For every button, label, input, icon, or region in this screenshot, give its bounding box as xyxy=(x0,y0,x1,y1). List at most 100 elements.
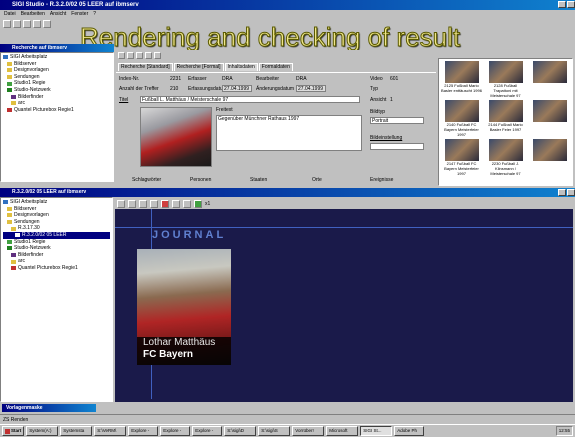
taskbar-button[interactable]: Systemsta xyxy=(60,426,93,436)
taskbar-button[interactable]: Explore - xyxy=(192,426,223,436)
taskbar-button[interactable]: S:\VeRM\ xyxy=(94,426,127,436)
minimize-button[interactable] xyxy=(558,1,566,8)
open-icon[interactable] xyxy=(13,20,21,28)
tree-item[interactable]: Bildserver xyxy=(3,206,110,213)
tab-recherche-formal[interactable]: Recherche [Formal] xyxy=(173,63,224,71)
menu-help[interactable]: ? xyxy=(93,10,96,18)
last-record-icon[interactable] xyxy=(145,52,152,59)
tree-item[interactable]: Quantel Picturebox Regie1 xyxy=(3,107,111,114)
anzahl-value: 210 xyxy=(170,86,179,92)
menu-bearbeiten[interactable]: Bearbeiten xyxy=(21,10,45,18)
cut-icon[interactable] xyxy=(33,20,41,28)
thumbnail-item[interactable] xyxy=(529,139,570,176)
tree-item[interactable]: Studio1 Regie xyxy=(3,239,110,246)
thumbnail-image xyxy=(532,61,567,83)
align-icon[interactable] xyxy=(172,199,180,208)
tree-item[interactable]: Bildserver xyxy=(3,61,111,68)
pointer-icon[interactable] xyxy=(117,199,125,208)
folder-icon xyxy=(7,206,12,211)
maximize-button[interactable] xyxy=(567,189,575,196)
recherche-form: Recherche [Standard] Recherche [Formal] … xyxy=(116,50,436,186)
taskbar-button[interactable]: Microsoft xyxy=(326,426,359,436)
edit-icon[interactable] xyxy=(154,52,161,59)
thumbnail-image xyxy=(532,100,567,122)
tree-item[interactable]: SIGI Arbeitsplatz xyxy=(3,54,111,61)
zoom-level[interactable]: x1 xyxy=(205,201,210,207)
copy-icon[interactable] xyxy=(43,20,51,28)
thumbnail-item[interactable] xyxy=(529,100,570,137)
menu-fenster[interactable]: Fenster xyxy=(71,10,88,18)
render-canvas[interactable]: JOURNAL Lothar Matthäus FC Bayern xyxy=(115,209,573,402)
thumbnail-item[interactable]: 2125 Fußball Mario Basler enttäuscht 199… xyxy=(441,61,482,98)
taskbar-button-active[interactable]: SIGI St... xyxy=(360,426,393,436)
taskbar-button[interactable]: Adobe Ph xyxy=(394,426,425,436)
guide-line-horizontal xyxy=(115,227,573,228)
new-icon[interactable] xyxy=(3,20,11,28)
first-record-icon[interactable] xyxy=(118,52,125,59)
save-icon[interactable] xyxy=(23,20,31,28)
titel-field[interactable]: Fußball L. Matthäus / Meisterschale 97 xyxy=(140,96,360,103)
prev-record-icon[interactable] xyxy=(127,52,134,59)
text-tool-icon[interactable] xyxy=(128,199,136,208)
minimized-window[interactable]: Vorlagenmaske xyxy=(2,404,96,412)
tab-inhaltsdaten[interactable]: Inhaltsdaten xyxy=(224,63,258,71)
aenderungsdatum-field[interactable]: 27.04.1999 xyxy=(296,85,326,92)
thumbnail-item[interactable]: 2140 Fußball FC Bayern Meisterfeier 1997 xyxy=(441,100,482,137)
maximize-button[interactable] xyxy=(567,1,575,8)
bildtyp-select[interactable]: Portrait xyxy=(370,117,424,124)
freitext-field[interactable]: Gegenüber Münchner Rathaus 1997 xyxy=(216,115,362,151)
minimize-button[interactable] xyxy=(558,189,566,196)
taskbar-button[interactable]: S:\sigi\D xyxy=(224,426,257,436)
tree-item[interactable]: Quantel Picturebox Regie1 xyxy=(3,265,110,272)
tree-item[interactable]: Designvorlagen xyxy=(3,67,111,74)
staaten-label: Staaten xyxy=(250,177,268,183)
thumbnail-item[interactable]: 2128 Fußball Trapattoni mit Meisterschal… xyxy=(485,61,526,98)
taskbar-button[interactable]: S:\sigi\S xyxy=(258,426,291,436)
thumbnail-item[interactable] xyxy=(529,61,570,98)
tree-item[interactable]: SIGI Arbeitsplatz xyxy=(3,199,110,206)
tree-item[interactable]: Studio1 Regie xyxy=(3,80,111,87)
render-icon[interactable] xyxy=(194,199,202,208)
anzahl-label: Anzahl der Treffer xyxy=(119,86,159,92)
tree-item[interactable]: Bilderfinder xyxy=(3,252,110,259)
tab-recherche-standard[interactable]: Recherche [Standard] xyxy=(118,63,173,71)
tab-formaldaten[interactable]: Formaldaten xyxy=(258,63,293,71)
taskbar-button[interactable]: Explore - xyxy=(160,426,191,436)
tree-item[interactable]: Studio-Netzwerk xyxy=(3,245,110,252)
tree-item[interactable]: arc xyxy=(3,258,110,265)
taskbar-button[interactable]: System(A:) xyxy=(26,426,59,436)
thumbnail-item[interactable]: 2147 Fußball FC Bayern Meisterfeier 1997 xyxy=(441,139,482,176)
tree-item-selected[interactable]: R.3.2.0/02 05 LEER xyxy=(3,231,110,239)
thumbnail-image xyxy=(532,139,567,161)
personen-label: Personen xyxy=(190,177,212,183)
tree-item[interactable]: arc xyxy=(3,100,111,107)
start-button[interactable]: Start xyxy=(2,426,25,436)
tree-item[interactable]: Sendungen xyxy=(3,74,111,81)
erfassungsdatum-field[interactable]: 27.04.1999 xyxy=(222,85,252,92)
search-icon xyxy=(11,94,16,99)
thumbnail-item[interactable]: 2230 Fußball J. Klinsmann / Meisterschal… xyxy=(485,139,526,176)
grid-icon[interactable] xyxy=(183,199,191,208)
taskbar-button[interactable]: Explore - xyxy=(128,426,159,436)
menu-datei[interactable]: Datei xyxy=(4,10,16,18)
tree-item[interactable]: Designvorlagen xyxy=(3,212,110,219)
form-tabs: Recherche [Standard] Recherche [Formal] … xyxy=(116,60,436,71)
erfasser-value: DRA xyxy=(222,76,233,82)
bildeinstellung-label: Bildeinstellung xyxy=(370,135,403,141)
next-record-icon[interactable] xyxy=(136,52,143,59)
color-icon[interactable] xyxy=(161,199,169,208)
bildeinstellung-select[interactable] xyxy=(370,143,424,150)
index-label: Index-Nr. xyxy=(119,76,140,82)
tree-item[interactable]: R.3.17.30 xyxy=(3,225,110,232)
aenderungsdatum-label: Änderungsdatum xyxy=(256,86,295,92)
thumbnail-item[interactable]: 2144 Fußball Mario Basler Feier 1997 xyxy=(485,100,526,137)
image-tool-icon[interactable] xyxy=(139,199,147,208)
rect-tool-icon[interactable] xyxy=(150,199,158,208)
tree-item[interactable]: Studio-Netzwerk xyxy=(3,87,111,94)
folder-icon xyxy=(11,259,16,264)
tree-item[interactable]: Bilderfinder xyxy=(3,94,111,101)
tree-item[interactable]: Sendungen xyxy=(3,219,110,226)
menu-ansicht[interactable]: Ansicht xyxy=(50,10,66,18)
taskbar: Start System(A:) Systemsta S:\VeRM\ Expl… xyxy=(0,424,575,437)
taskbar-button[interactable]: Vorrüber! xyxy=(292,426,325,436)
